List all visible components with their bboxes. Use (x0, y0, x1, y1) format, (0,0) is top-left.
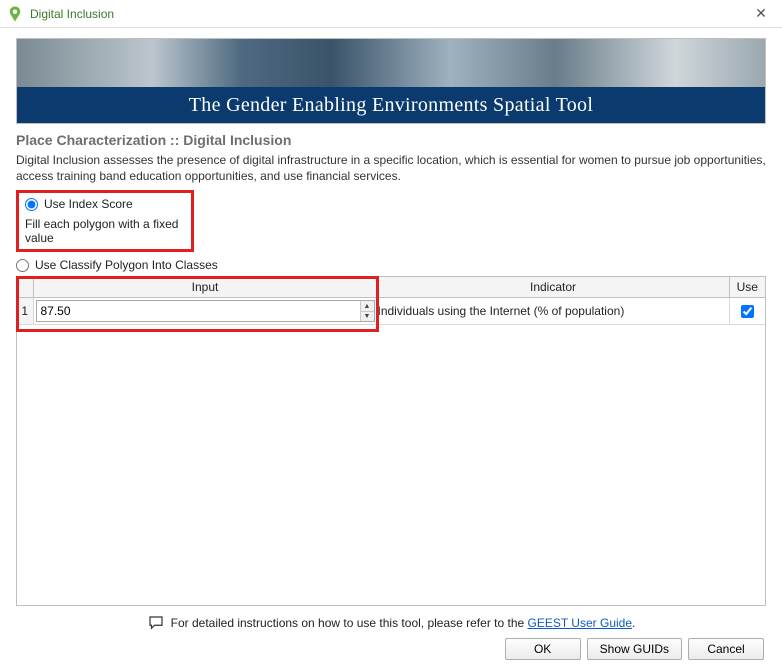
radio-classify-polygon-label: Use Classify Polygon Into Classes (35, 258, 218, 272)
ok-button[interactable]: OK (505, 638, 581, 660)
spin-buttons: ▲ ▼ (360, 301, 374, 321)
input-cell: ▲ ▼ (33, 298, 377, 325)
table-header-input: Input (33, 277, 377, 298)
cancel-button[interactable]: Cancel (688, 638, 764, 660)
input-spinbox[interactable]: ▲ ▼ (36, 300, 375, 322)
highlight-index-score: Use Index Score Fill each polygon with a… (16, 190, 194, 252)
table-header-indicator: Indicator (377, 277, 729, 298)
table-header-rownum (17, 277, 33, 298)
table-row: 1 ▲ ▼ Individuals using the Internet (% … (17, 298, 765, 325)
section-heading: Place Characterization :: Digital Inclus… (16, 132, 766, 148)
close-icon[interactable]: ✕ (746, 0, 776, 28)
banner-title: The Gender Enabling Environments Spatial… (17, 87, 765, 123)
app-icon (6, 5, 24, 23)
indicator-cell: Individuals using the Internet (% of pop… (377, 298, 729, 325)
chat-icon (147, 614, 165, 632)
help-prefix: For detailed instructions on how to use … (171, 616, 528, 630)
input-value[interactable] (37, 301, 360, 321)
radio-classify-polygon-input[interactable] (16, 259, 29, 272)
indicator-table: Input Indicator Use 1 ▲ ▼ (17, 277, 765, 325)
radio-classify-polygon[interactable]: Use Classify Polygon Into Classes (16, 258, 766, 272)
spin-up-icon[interactable]: ▲ (361, 301, 374, 312)
use-checkbox[interactable] (741, 305, 754, 318)
window-title: Digital Inclusion (30, 7, 746, 21)
table-header-use: Use (729, 277, 765, 298)
help-link[interactable]: GEEST User Guide (528, 616, 632, 630)
radio-use-index-score-input[interactable] (25, 198, 38, 211)
button-row: OK Show GUIDs Cancel (16, 638, 766, 660)
banner: The Gender Enabling Environments Spatial… (16, 38, 766, 124)
row-number: 1 (17, 298, 33, 325)
spin-down-icon[interactable]: ▼ (361, 312, 374, 322)
indicator-table-wrap: Input Indicator Use 1 ▲ ▼ (16, 276, 766, 606)
radio-use-index-score[interactable]: Use Index Score (25, 197, 185, 211)
radio-use-index-score-sublabel: Fill each polygon with a fixed value (25, 217, 185, 245)
dialog-content: The Gender Enabling Environments Spatial… (0, 28, 782, 664)
table-header-row: Input Indicator Use (17, 277, 765, 298)
section-description: Digital Inclusion assesses the presence … (16, 152, 766, 184)
help-suffix: . (632, 616, 635, 630)
show-guids-button[interactable]: Show GUIDs (587, 638, 682, 660)
titlebar: Digital Inclusion ✕ (0, 0, 782, 28)
help-text: For detailed instructions on how to use … (171, 616, 636, 630)
use-cell (729, 298, 765, 325)
radio-use-index-score-label: Use Index Score (44, 197, 133, 211)
footer-help: For detailed instructions on how to use … (16, 614, 766, 632)
